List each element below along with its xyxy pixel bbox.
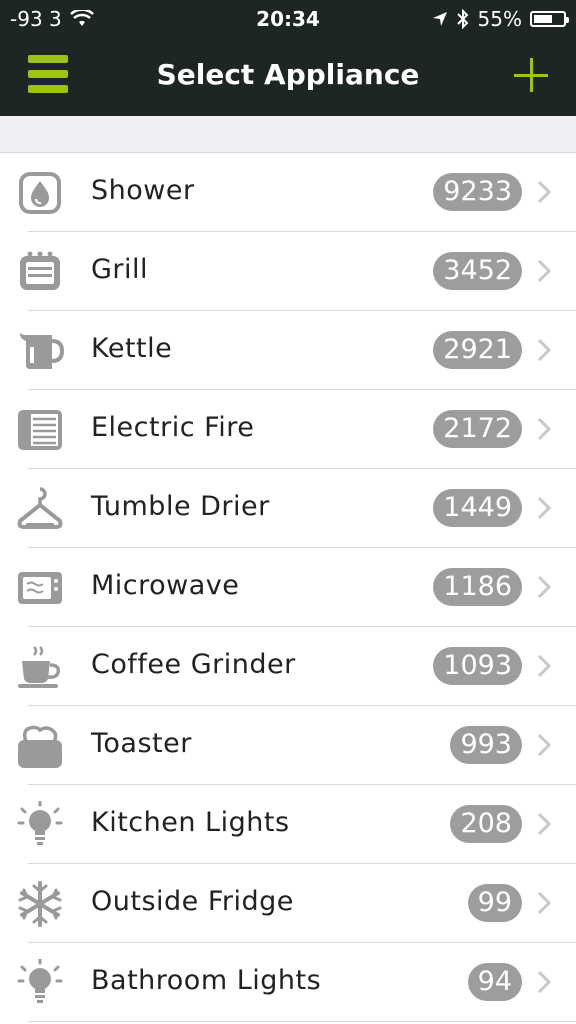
appliance-name: Tumble Drier (91, 491, 270, 522)
battery-icon (530, 11, 569, 27)
chevron-right-icon (534, 890, 554, 916)
list-item[interactable]: Coffee Grinder 1093 (0, 627, 576, 706)
list-item[interactable]: Toaster 993 (0, 706, 576, 785)
count-badge: 2172 (433, 410, 522, 448)
coffee-grinder-icon (16, 643, 64, 691)
appliance-name: Shower (91, 175, 195, 206)
list-item[interactable]: Tumble Drier 1449 (0, 469, 576, 548)
count-badge: 1093 (433, 647, 522, 685)
list-item[interactable]: Bathroom Lights 94 (0, 943, 576, 1022)
page-title: Select Appliance (156, 58, 420, 91)
appliance-name: Kettle (91, 333, 173, 364)
row-separator (28, 1021, 576, 1022)
count-badge: 993 (450, 726, 522, 764)
kettle-icon (16, 327, 65, 375)
list-item[interactable]: Grill 3452 (0, 232, 576, 311)
list-item[interactable]: Outside Fridge 99 (0, 864, 576, 943)
count-badge: 208 (450, 805, 522, 843)
electric-fire-icon (16, 406, 64, 454)
appliance-name: Electric Fire (91, 412, 255, 443)
chevron-right-icon (534, 811, 554, 837)
appliance-name: Kitchen Lights (91, 807, 290, 838)
chevron-right-icon (534, 969, 554, 995)
light-bulb-icon (16, 800, 64, 849)
toaster-icon (16, 722, 64, 770)
list-item[interactable]: Kitchen Lights 208 (0, 785, 576, 864)
tumble-drier-icon (16, 485, 64, 533)
appliance-name: Outside Fridge (91, 886, 294, 917)
list-item[interactable]: Kettle 2921 (0, 311, 576, 390)
count-badge: 9233 (433, 173, 522, 211)
chevron-right-icon (534, 258, 554, 284)
chevron-right-icon (534, 574, 554, 600)
battery-percent: 55% (477, 7, 522, 31)
chevron-right-icon (534, 732, 554, 758)
status-bar: -93 3 20:34 55% (0, 0, 576, 38)
microwave-icon (16, 564, 64, 612)
top-bar: -93 3 20:34 55% Select Appliance (0, 0, 576, 116)
grill-icon (16, 248, 64, 296)
chevron-right-icon (534, 495, 554, 521)
list-item[interactable]: Microwave 1186 (0, 548, 576, 627)
appliance-name: Toaster (91, 728, 192, 759)
count-badge: 94 (467, 963, 522, 1001)
count-badge: 1449 (433, 489, 522, 527)
chevron-right-icon (534, 337, 554, 363)
appliance-name: Grill (91, 254, 149, 285)
appliance-name: Microwave (91, 570, 240, 601)
list-item[interactable]: Shower 9233 (0, 153, 576, 232)
chevron-right-icon (534, 653, 554, 679)
list-item[interactable]: Electric Fire 2172 (0, 390, 576, 469)
count-badge: 2921 (433, 331, 522, 369)
add-appliance-button[interactable] (514, 58, 548, 92)
navigation-bar: Select Appliance (0, 38, 576, 116)
chevron-right-icon (534, 416, 554, 442)
appliance-list: Shower 9233 Grill 3452 Kettle 2921 Elect… (0, 153, 576, 1022)
appliance-name: Bathroom Lights (91, 965, 322, 996)
count-badge: 1186 (433, 568, 522, 606)
count-badge: 99 (467, 884, 522, 922)
light-bulb-icon (16, 958, 64, 1007)
appliance-name: Coffee Grinder (91, 649, 296, 680)
section-spacer (0, 116, 576, 153)
chevron-right-icon (534, 179, 554, 205)
count-badge: 3452 (433, 252, 522, 290)
location-arrow-icon (432, 12, 447, 26)
bluetooth-icon (456, 9, 468, 29)
snowflake-icon (16, 880, 64, 928)
shower-icon (16, 169, 64, 217)
